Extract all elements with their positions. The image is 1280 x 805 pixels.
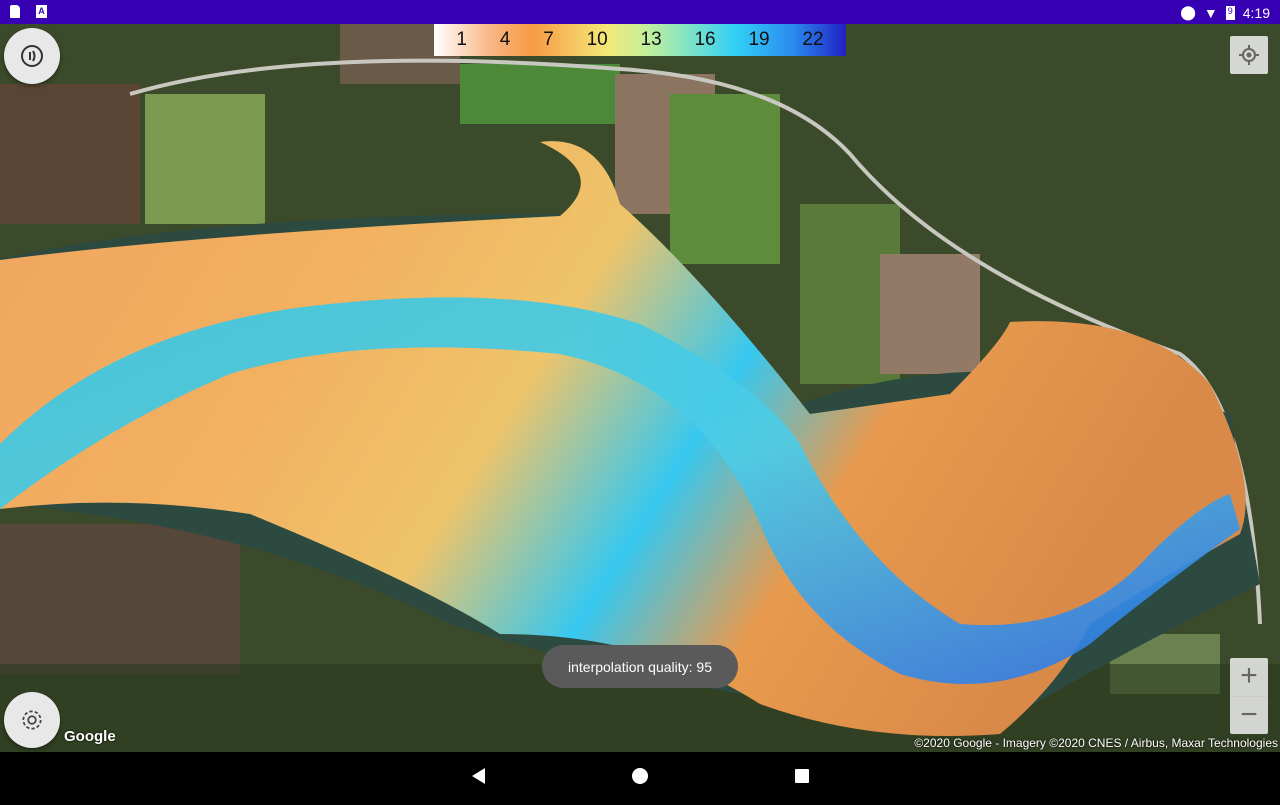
recents-icon[interactable] bbox=[795, 769, 809, 783]
clock: 4:19 bbox=[1242, 4, 1270, 21]
status-bar: A ⬤ ▼ 9 4:19 bbox=[0, 0, 1280, 24]
navigation-bar bbox=[0, 752, 1280, 800]
location-icon: ⬤ bbox=[1180, 4, 1196, 20]
sd-card-icon bbox=[10, 5, 20, 18]
my-location-button[interactable] bbox=[1230, 36, 1268, 74]
zoom-in-button[interactable]: + bbox=[1240, 658, 1258, 696]
crosshair-icon bbox=[1239, 45, 1259, 65]
map-attribution: ©2020 Google - Imagery ©2020 CNES / Airb… bbox=[914, 736, 1278, 750]
legend-tick: 10 bbox=[586, 29, 608, 50]
legend-tick: 16 bbox=[694, 29, 716, 50]
legend-tick: 19 bbox=[748, 29, 770, 50]
battery-icon: 9 bbox=[1225, 5, 1235, 20]
legend-tick: 1 bbox=[456, 29, 467, 50]
gear-icon bbox=[22, 710, 42, 730]
wifi-icon: ▼ bbox=[1203, 4, 1218, 21]
legend-tick: 7 bbox=[543, 29, 554, 50]
zoom-out-button[interactable]: − bbox=[1230, 696, 1268, 734]
legend-tick: 13 bbox=[640, 29, 662, 50]
google-logo: Google bbox=[64, 728, 116, 745]
legend-tick: 4 bbox=[499, 29, 511, 50]
map-view[interactable]: Google ©2020 Google - Imagery ©2020 CNES… bbox=[0, 24, 1280, 752]
legend-tick: 22 bbox=[802, 29, 824, 50]
app-notification-icon: A bbox=[36, 5, 47, 18]
zoom-controls: + − bbox=[1230, 658, 1268, 734]
home-icon[interactable] bbox=[632, 768, 648, 784]
settings-button[interactable] bbox=[4, 692, 60, 748]
satellite-imagery bbox=[0, 24, 1280, 752]
back-icon[interactable] bbox=[472, 768, 485, 784]
depth-color-legend: 1 4 7 10 13 16 19 22 bbox=[434, 24, 846, 56]
sonar-icon bbox=[21, 45, 43, 67]
interpolation-toast: interpolation quality: 95 bbox=[542, 645, 738, 688]
sonar-button[interactable] bbox=[4, 28, 60, 84]
